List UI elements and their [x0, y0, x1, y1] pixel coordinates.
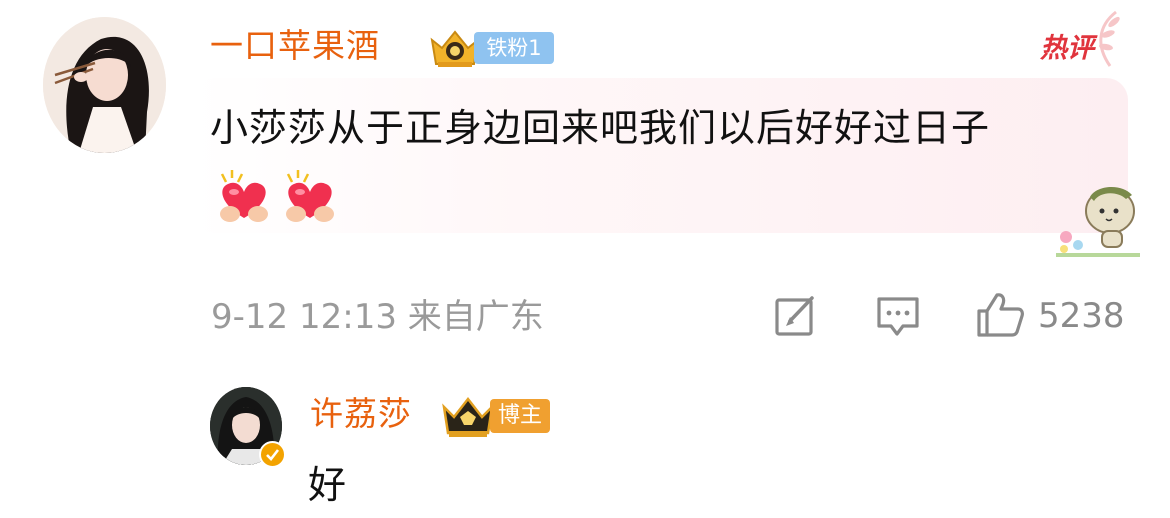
heart-hands-emoji	[286, 170, 334, 222]
fan-badge: 铁粉1	[428, 24, 558, 70]
host-badge-label: 博主	[490, 399, 550, 433]
like-count: 5238	[1038, 296, 1125, 336]
heart-hands-emoji	[220, 170, 268, 222]
reply-username[interactable]: 许荔莎	[310, 390, 412, 438]
verified-icon	[259, 441, 286, 468]
comment-icon[interactable]	[875, 294, 921, 340]
thumbs-up-icon[interactable]	[975, 291, 1025, 339]
crown-icon	[442, 396, 494, 437]
bubble-decoration-sticker	[1056, 186, 1140, 257]
commenter-avatar[interactable]	[43, 17, 166, 153]
comment-time-location: 9-12 12:13 来自广东	[211, 297, 544, 337]
comment-text: 小莎莎从于正身边回来吧我们以后好好过日子	[210, 106, 991, 150]
fan-badge-label: 铁粉1	[474, 32, 554, 64]
reply-text: 好	[308, 463, 347, 507]
commenter-username[interactable]: 一口苹果酒	[210, 22, 380, 70]
share-edit-icon[interactable]	[772, 293, 818, 339]
host-badge: 博主	[440, 393, 554, 441]
hot-comment-label: 热评	[1040, 33, 1094, 64]
hot-comment-tag: 热评	[1034, 8, 1124, 70]
